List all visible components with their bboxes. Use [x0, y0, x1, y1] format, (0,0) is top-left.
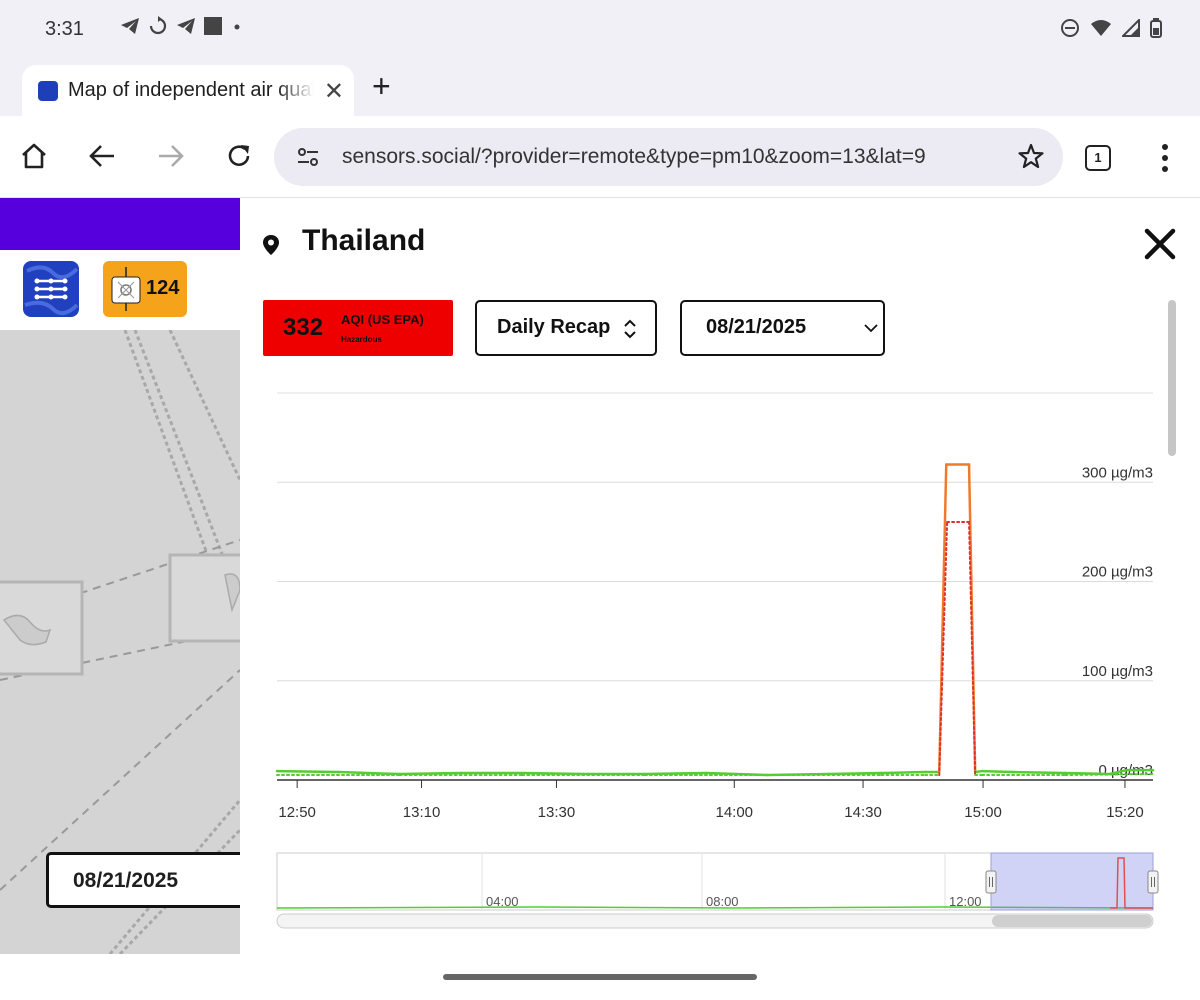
sensors-logo-icon [24, 265, 79, 316]
app-toolbar: 124 [0, 250, 240, 330]
status-bar: 3:31 [0, 0, 1200, 60]
app-logo-button[interactable] [23, 261, 79, 317]
y-tick-label: 300 µg/m3 [1082, 464, 1153, 481]
arrow-left-icon [89, 145, 114, 167]
home-button[interactable] [14, 136, 54, 176]
stop-icon [204, 17, 222, 35]
browser-toolbar: sensors.social/?provider=remote&type=pm1… [0, 116, 1200, 198]
back-button[interactable] [82, 136, 122, 176]
pm10-series-segment [398, 771, 463, 776]
site-settings-icon[interactable] [296, 145, 320, 169]
sensor-icon [111, 267, 141, 311]
home-icon [22, 143, 46, 169]
site-favicon-icon [38, 81, 58, 101]
y-tick-label: 200 µg/m3 [1082, 564, 1153, 581]
bookmark-star-icon[interactable] [1017, 142, 1045, 170]
reload-button[interactable] [219, 136, 259, 176]
telegram-icon [177, 18, 195, 34]
navigator-scrollbar-thumb [992, 915, 1152, 927]
tab-strip: Map of independent air quality ✕ + [0, 60, 1200, 116]
status-time: 3:31 [45, 18, 84, 40]
pm10-series-segment [980, 769, 1015, 774]
y-tick-label: 100 µg/m3 [1082, 663, 1153, 680]
wifi-icon [1091, 20, 1111, 36]
pm10-series-segment [827, 771, 883, 776]
tab-switcher-button[interactable]: 1 [1085, 145, 1111, 171]
map-date-select[interactable]: 08/21/2025 [46, 852, 256, 908]
telegram-icon [121, 18, 139, 34]
pm10-series-segment [337, 770, 401, 776]
x-tick-label: 15:00 [964, 804, 1002, 821]
navigator-selection [990, 852, 1154, 911]
tab-close-icon[interactable]: ✕ [324, 77, 344, 106]
notification-icons [92, 16, 244, 36]
url-text: sensors.social/?provider=remote&type=pm1… [342, 145, 926, 168]
battery-icon [1150, 18, 1162, 38]
pm10-series-segment [1011, 770, 1067, 775]
pm10-series-segment [880, 770, 927, 775]
pm10-series-segment [643, 771, 708, 776]
dot-icon [234, 24, 240, 30]
x-tick-label: 12:50 [278, 804, 316, 821]
panel-scrollbar[interactable] [1168, 300, 1176, 456]
system-icons [1060, 18, 1162, 38]
more-menu-icon[interactable] [1153, 142, 1177, 174]
x-tick-label: 14:00 [715, 804, 753, 821]
forward-button[interactable] [151, 136, 191, 176]
navigator-handle [985, 870, 997, 894]
browser-tab[interactable]: Map of independent air quality ✕ [22, 65, 354, 116]
navigator-tick-label: 08:00 [706, 894, 739, 909]
gesture-bar [0, 954, 1200, 1000]
pm10-series-segment [275, 769, 340, 774]
x-tick-label: 13:30 [538, 804, 576, 821]
pm10-chart[interactable]: 0 µg/m3100 µg/m3200 µg/m3300 µg/m312:50 1… [240, 198, 1200, 954]
map-date-value: 08/21/2025 [73, 869, 179, 892]
x-tick-label: 13:10 [403, 804, 441, 821]
web-content: 124 08/21/2025 Thailand 332 AQI (US EPA) [0, 198, 1200, 954]
navigator-handle [1147, 870, 1159, 894]
sensor-count-badge[interactable]: 124 [103, 261, 187, 317]
address-bar[interactable]: sensors.social/?provider=remote&type=pm1… [274, 128, 1063, 186]
location-panel: Thailand 332 AQI (US EPA) Hazardous Dail… [240, 198, 1200, 954]
tab-title: Map of independent air quality [68, 79, 314, 101]
gesture-handle[interactable] [443, 974, 757, 980]
sensor-count: 124 [146, 277, 180, 299]
signal-icon [1122, 19, 1140, 37]
x-tick-label: 14:30 [844, 804, 882, 821]
new-tab-icon[interactable]: + [372, 68, 391, 105]
header-bar [0, 198, 240, 250]
reload-icon [228, 145, 250, 166]
x-tick-label: 15:20 [1106, 804, 1144, 821]
dnd-icon [1061, 19, 1079, 37]
pm10-series-segment [521, 771, 585, 776]
arrow-right-icon [159, 145, 184, 167]
sync-icon [149, 16, 167, 35]
